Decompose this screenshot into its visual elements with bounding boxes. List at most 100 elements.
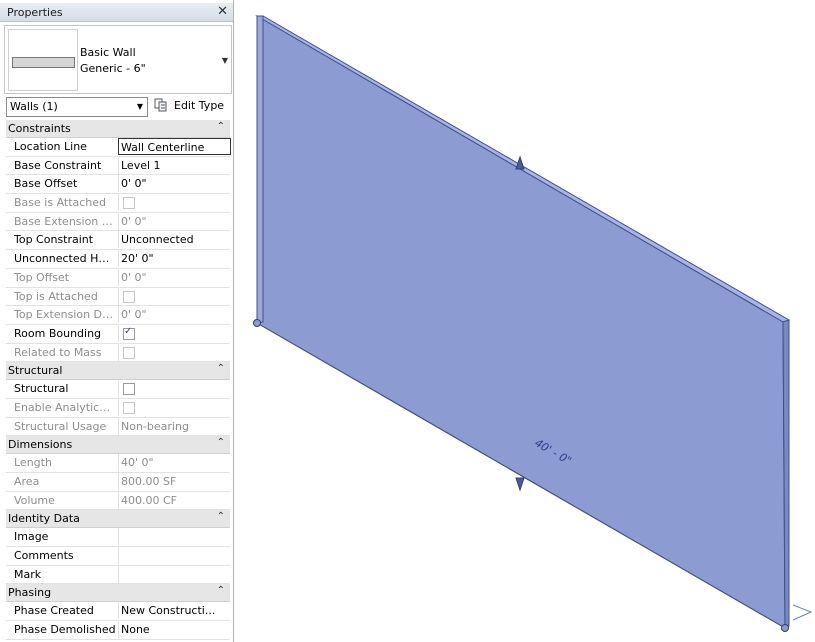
property-value: 400.00 CF: [121, 493, 177, 507]
wall-main-face[interactable]: [256, 15, 786, 629]
shape-handle-bottom-icon[interactable]: [515, 477, 525, 492]
property-row: Structural Usage Non-bearing: [6, 417, 230, 437]
group-label: Constraints: [8, 122, 71, 135]
property-row: Unconnected Hei... 20' 0": [6, 250, 230, 269]
property-row: Top Constraint Unconnected: [6, 231, 230, 251]
property-value-cell[interactable]: [118, 565, 230, 583]
property-value: None: [121, 623, 150, 637]
property-row: Room Bounding: [6, 324, 230, 344]
property-value: Wall Centerline: [121, 141, 205, 154]
view-cube-hint-icon[interactable]: [792, 604, 813, 621]
property-checkbox: [123, 346, 135, 359]
wall-model-view: 40' - 0": [253, 15, 813, 632]
property-name: Related to Mass: [14, 345, 102, 359]
type-selector[interactable]: Basic Wall Generic - 6" ▼: [4, 25, 232, 94]
property-value-cell: [118, 287, 230, 305]
property-name: Enable Analytical ...: [14, 400, 116, 414]
property-name: Top is Attached: [14, 289, 98, 303]
property-name: Base Offset: [14, 177, 78, 191]
property-name: Image: [14, 530, 49, 544]
property-name: Top Extension Dis...: [14, 308, 116, 322]
property-name: Structural: [14, 382, 69, 396]
property-value-cell[interactable]: Wall Centerline: [118, 138, 231, 155]
group-label: Dimensions: [8, 438, 73, 452]
collapse-chevron-icon[interactable]: ⌃: [217, 511, 225, 522]
property-value-cell: [118, 194, 230, 212]
property-value-cell[interactable]: New Constructi...: [118, 602, 230, 620]
collapse-chevron-icon[interactable]: ⌃: [217, 363, 225, 374]
collapse-chevron-icon[interactable]: ⌃: [217, 437, 225, 448]
property-name: Area: [14, 475, 40, 488]
group-header-dimensions[interactable]: Dimensions ⌃: [6, 436, 230, 455]
close-icon[interactable]: ✕: [217, 4, 228, 19]
property-value: 0' 0": [121, 270, 147, 284]
property-value-cell[interactable]: [118, 528, 230, 546]
group-header-identity-data[interactable]: Identity Data ⌃: [6, 510, 230, 529]
wall-type-preview-icon: [8, 29, 78, 91]
collapse-chevron-icon[interactable]: ⌃: [217, 585, 225, 596]
edit-type-button[interactable]: Edit Type: [152, 97, 230, 115]
group-label: Structural: [8, 364, 63, 378]
wall-endpoint-grip-right[interactable]: [781, 624, 789, 632]
edit-type-icon: [154, 98, 167, 112]
property-row: Base Extension Di... 0' 0": [6, 212, 230, 232]
property-value-cell: 40' 0": [118, 454, 230, 472]
property-value-cell[interactable]: 0' 0": [118, 175, 230, 193]
property-value-cell[interactable]: Level 1: [118, 156, 230, 174]
type-name-label: Generic - 6": [80, 62, 146, 75]
wall-endpoint-grip-left[interactable]: [253, 319, 261, 327]
wall-left-edge: [256, 15, 264, 324]
property-value: 40' 0": [121, 456, 154, 470]
property-value: Level 1: [121, 158, 161, 172]
property-name: Comments: [14, 549, 74, 563]
3d-view-canvas[interactable]: 40' - 0": [237, 0, 815, 642]
property-checkbox[interactable]: [123, 326, 135, 340]
instance-filter-value: Walls (1): [10, 100, 58, 113]
group-header-structural[interactable]: Structural ⌃: [6, 362, 230, 381]
group-header-phasing[interactable]: Phasing ⌃: [6, 584, 230, 603]
collapse-chevron-icon[interactable]: ⌃: [217, 121, 225, 132]
property-checkbox[interactable]: [123, 383, 135, 396]
property-value-cell[interactable]: 20' 0": [118, 250, 230, 268]
property-value-cell[interactable]: Unconnected: [118, 231, 230, 249]
property-value-cell: 800.00 SF: [118, 473, 230, 490]
property-name: Length: [14, 456, 52, 470]
property-row: Location Line Wall Centerline: [6, 138, 231, 157]
property-name: Mark: [14, 567, 42, 581]
properties-grid: Constraints ⌃ Location Line Wall Centerline…: [6, 120, 231, 640]
property-row: Image: [6, 528, 230, 548]
property-row: Comments: [6, 547, 230, 566]
type-family-label: Basic Wall: [80, 46, 136, 59]
property-value-cell: Non-bearing: [118, 417, 230, 435]
property-name: Phase Created: [14, 604, 94, 618]
property-row: Structural: [6, 380, 230, 399]
dropdown-arrow-icon[interactable]: ▼: [222, 56, 228, 65]
property-name: Location Line: [14, 140, 87, 153]
property-value-cell: 0' 0": [118, 212, 230, 230]
group-header-constraints[interactable]: Constraints ⌃: [6, 120, 230, 138]
property-row: Phase Created New Constructi...: [6, 602, 230, 622]
property-name: Base Constraint: [14, 158, 102, 172]
property-row: Mark: [6, 565, 230, 585]
property-name: Volume: [14, 493, 55, 507]
property-value-cell: 400.00 CF: [118, 491, 230, 509]
property-value-cell: 0' 0": [118, 268, 230, 286]
property-row: Phase Demolished None: [6, 621, 230, 640]
properties-palette: Properties ✕ Basic Wall Generic - 6" ▼ W…: [0, 0, 234, 642]
property-checkbox: [123, 290, 135, 303]
instance-filter-dropdown[interactable]: Walls (1) ▼: [6, 97, 148, 117]
property-value: 0' 0": [121, 177, 147, 191]
property-checkbox: [123, 401, 135, 414]
property-row: Top is Attached: [6, 287, 230, 307]
property-value: Non-bearing: [121, 419, 189, 433]
property-row: Related to Mass: [6, 343, 230, 363]
property-value-cell[interactable]: None: [118, 621, 230, 639]
property-value-cell[interactable]: [118, 380, 230, 398]
palette-title: Properties: [7, 6, 63, 19]
property-value-cell[interactable]: [118, 324, 230, 342]
properties-title-bar: Properties ✕: [0, 3, 233, 22]
property-row: Volume 400.00 CF: [6, 491, 230, 511]
property-value: 800.00 SF: [121, 475, 177, 488]
property-value-cell[interactable]: [118, 547, 230, 565]
property-row: Top Extension Dis... 0' 0": [6, 306, 230, 325]
